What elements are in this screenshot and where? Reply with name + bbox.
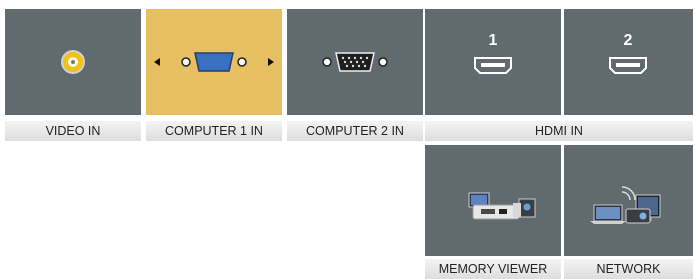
label-computer-1-in[interactable]: COMPUTER 1 IN [146, 121, 282, 141]
hdmi-port-icon: 1 [474, 32, 512, 74]
tile-network[interactable] [564, 145, 693, 256]
tile-hdmi-1[interactable]: 1 [425, 9, 561, 115]
label-memory-viewer[interactable]: MEMORY VIEWER [425, 259, 561, 279]
network-devices-icon [590, 186, 661, 224]
rca-video-jack-icon [61, 50, 85, 74]
vga-connector-icon [154, 52, 274, 72]
tile-video-in[interactable] [5, 9, 141, 115]
tile-hdmi-2[interactable]: 2 [564, 9, 693, 115]
label-hdmi-in[interactable]: HDMI IN [425, 121, 693, 141]
arrow-right-icon [268, 58, 274, 66]
memory-viewer-icon [468, 192, 536, 220]
arrow-left-icon [154, 58, 160, 66]
label-network[interactable]: NETWORK [564, 259, 693, 279]
hdmi-port-number: 1 [489, 32, 498, 49]
tile-memory-viewer[interactable] [425, 145, 561, 256]
label-computer-2-in[interactable]: COMPUTER 2 IN [287, 121, 423, 141]
label-video-in[interactable]: VIDEO IN [5, 121, 141, 141]
vga-connector-icon [322, 52, 388, 72]
tile-computer-2-in[interactable] [287, 9, 423, 115]
hdmi-port-icon: 2 [609, 32, 647, 74]
tile-computer-1-in[interactable] [146, 9, 282, 115]
hdmi-port-number: 2 [624, 32, 633, 49]
